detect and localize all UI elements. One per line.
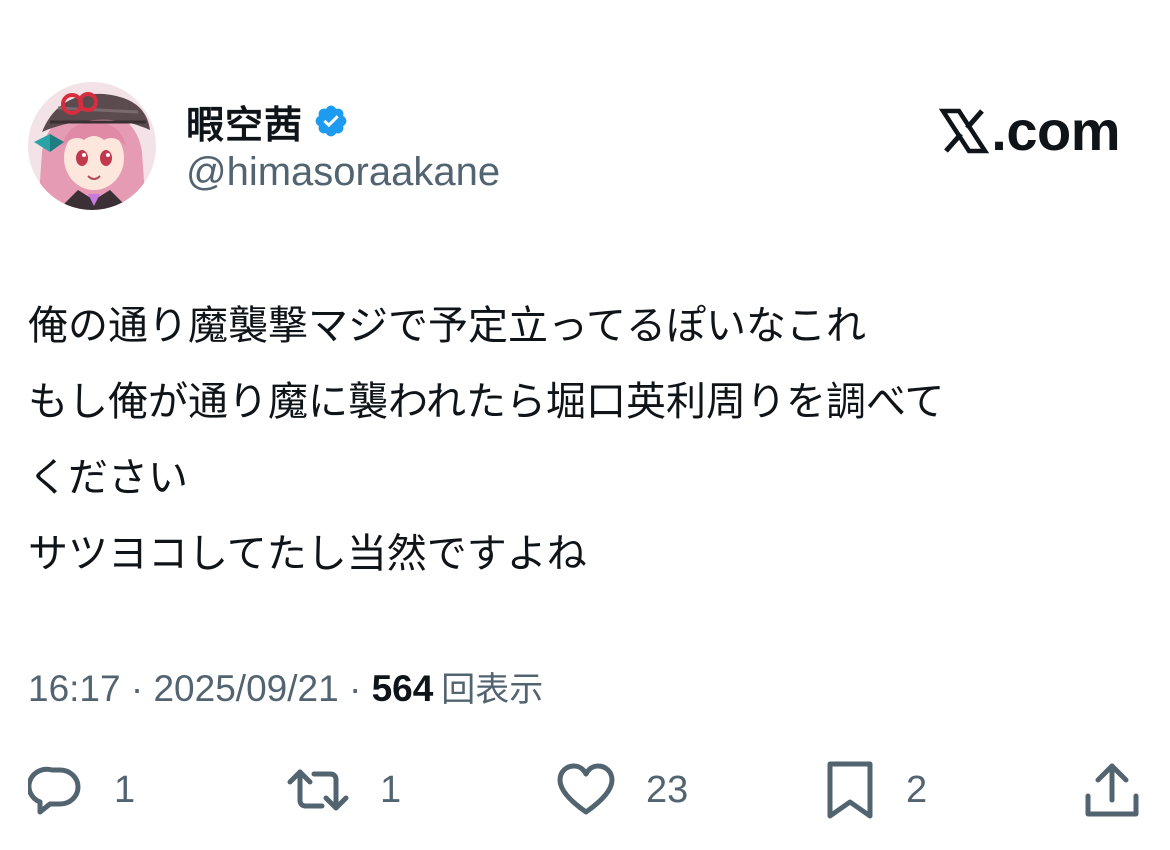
share-button[interactable] — [1084, 760, 1140, 820]
reply-count: 1 — [114, 768, 136, 811]
avatar[interactable] — [28, 82, 156, 210]
x-logo-icon — [939, 107, 990, 155]
bookmark-button[interactable]: 2 — [824, 760, 927, 820]
display-name[interactable]: 暇空茜 — [186, 94, 303, 149]
retweet-count: 1 — [380, 768, 402, 811]
tweet-text: 俺の通り魔襲撃マジで予定立ってるぽいなこれ もし俺が通り魔に襲われたら堀口英利周… — [28, 288, 1128, 592]
views-label: 回表示 — [441, 670, 544, 710]
action-bar: 1 1 23 2 — [28, 760, 1142, 820]
verified-badge-icon — [313, 103, 349, 139]
bookmark-icon — [824, 760, 876, 820]
bookmark-count: 2 — [906, 768, 928, 811]
tweet-line: 俺の通り魔襲撃マジで予定立ってるぽいなこれ — [28, 303, 866, 349]
meta-separator: · — [348, 668, 362, 709]
tweet-line: ください — [28, 455, 188, 501]
retweet-button[interactable]: 1 — [286, 760, 401, 820]
display-name-row: 暇空茜 — [186, 94, 349, 149]
tweet-line: もし俺が通り魔に襲われたら堀口英利周りを調べて — [28, 379, 945, 425]
views-count: 564 — [371, 668, 434, 709]
brand-text: .com — [991, 99, 1120, 162]
retweet-icon — [286, 762, 350, 818]
user-handle[interactable]: @himasoraakane — [186, 150, 500, 195]
tweet-meta: 16:17 · 2025/09/21 · 564 回表示 — [28, 662, 543, 711]
share-icon — [1084, 760, 1140, 820]
reply-icon — [28, 762, 84, 818]
x-brand: .com — [939, 98, 1120, 163]
tweet-date[interactable]: 2025/09/21 — [153, 668, 338, 710]
tweet-time[interactable]: 16:17 — [28, 668, 121, 710]
like-count: 23 — [646, 768, 689, 811]
like-button[interactable]: 23 — [556, 760, 688, 820]
heart-icon — [556, 762, 616, 818]
meta-separator: · — [130, 668, 144, 709]
tweet-line: サツヨコしてたし当然ですよね — [28, 531, 587, 577]
reply-button[interactable]: 1 — [28, 760, 135, 820]
